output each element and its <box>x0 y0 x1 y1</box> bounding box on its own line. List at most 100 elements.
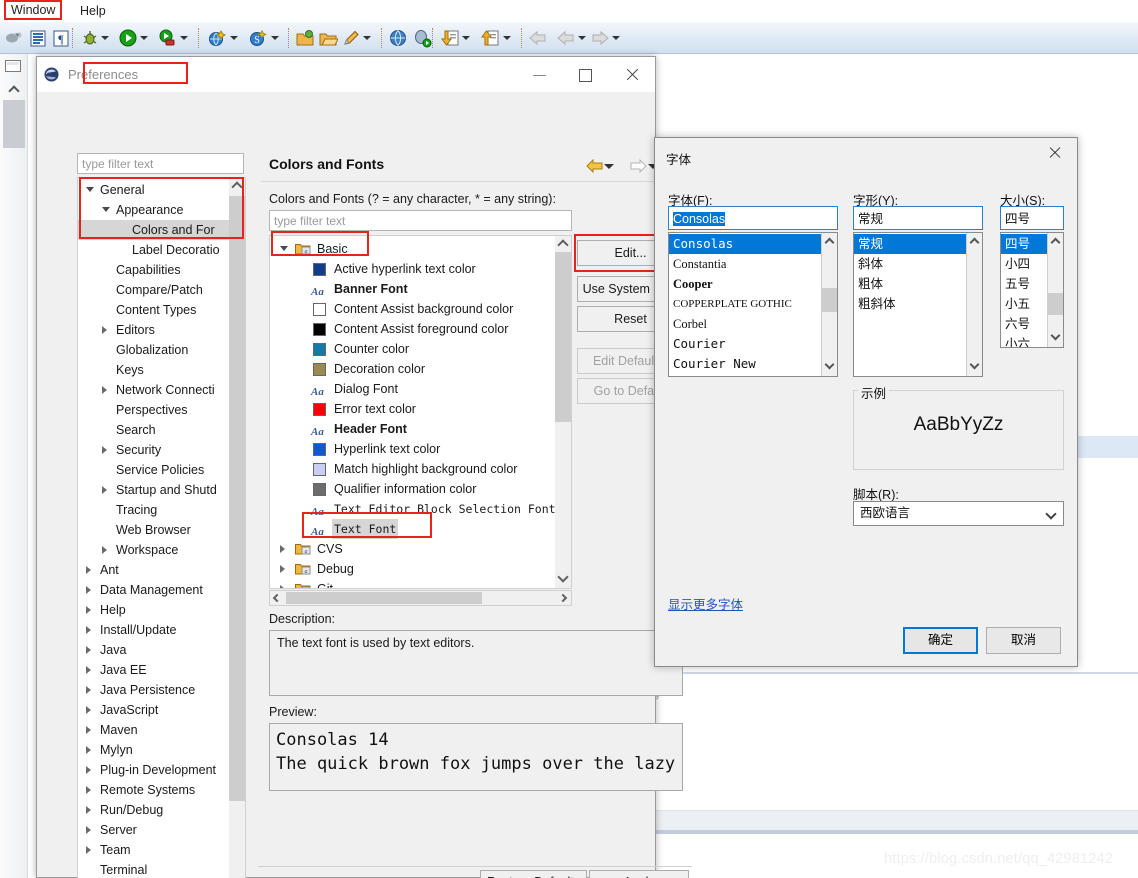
import-dropdown-arrow[interactable] <box>462 36 470 40</box>
cf-hscroll-thumb[interactable] <box>286 592 482 604</box>
menu-item-help[interactable]: Help <box>74 2 112 20</box>
preferences-tree-item[interactable]: Startup and Shutd <box>78 480 245 500</box>
chevron-right-icon[interactable] <box>86 746 91 754</box>
colors-fonts-hscrollbar[interactable] <box>269 590 572 606</box>
font-style-option[interactable]: 粗体 <box>854 274 966 294</box>
scroll-thumb[interactable] <box>1048 293 1063 315</box>
font-style-scrollbar[interactable] <box>966 233 982 376</box>
preferences-tree-item[interactable]: Plug-in Development <box>78 760 245 780</box>
font-family-input[interactable]: Consolas <box>668 206 838 230</box>
colors-fonts-item[interactable]: a Git <box>270 579 571 588</box>
export-up-arrow-icon[interactable] <box>480 28 500 48</box>
cf-scroll-down-icon[interactable] <box>557 571 569 583</box>
preferences-filter-input[interactable]: type filter text <box>77 153 244 174</box>
chevron-down-icon[interactable] <box>102 207 110 212</box>
colors-fonts-item[interactable]: Aa Header Font <box>270 419 571 439</box>
run-icon[interactable] <box>118 28 138 48</box>
colors-fonts-item[interactable]: Aa Banner Font <box>270 279 571 299</box>
chevron-right-icon[interactable] <box>86 586 91 594</box>
run-ant-icon[interactable] <box>412 28 432 48</box>
preferences-tree[interactable]: General Appearance Colors and For Label Dec… <box>77 177 246 878</box>
preferences-tree-item[interactable]: Server <box>78 820 245 840</box>
preferences-tree-item[interactable]: Editors <box>78 320 245 340</box>
preferences-tree-item[interactable]: Colors and For <box>78 220 245 240</box>
preferences-tree-item[interactable]: Globalization <box>78 340 245 360</box>
cf-scroll-thumb[interactable] <box>555 252 571 422</box>
chevron-right-icon[interactable] <box>280 565 285 573</box>
back-dropdown-arrow[interactable] <box>578 36 586 40</box>
chevron-down-icon[interactable] <box>86 187 94 192</box>
font-family-option[interactable]: COPPERPLATE GOTHIC <box>669 294 821 314</box>
preferences-tree-item[interactable]: Compare/Patch <box>78 280 245 300</box>
font-family-option[interactable]: Constantia <box>669 254 821 274</box>
preferences-tree-item[interactable]: Search <box>78 420 245 440</box>
font-dialog-ok-button[interactable]: 确定 <box>903 627 978 654</box>
restore-defaults-button[interactable]: Restore Defaults <box>480 870 587 878</box>
scroll-down-icon[interactable] <box>1050 330 1061 341</box>
back-history-arrow-icon[interactable] <box>556 28 576 48</box>
open-folder-green-icon[interactable] <box>295 28 315 48</box>
pencil-dropdown-arrow[interactable] <box>363 36 371 40</box>
preferences-tree-item[interactable]: Maven <box>78 720 245 740</box>
external-tools-dropdown-arrow[interactable] <box>180 36 188 40</box>
font-style-option[interactable]: 粗斜体 <box>854 294 966 314</box>
chevron-right-icon[interactable] <box>86 606 91 614</box>
forward-arrow-icon[interactable] <box>590 28 610 48</box>
preferences-tree-item[interactable]: Capabilities <box>78 260 245 280</box>
preferences-tree-item[interactable]: Help <box>78 600 245 620</box>
preferences-tree-scrollbar[interactable] <box>229 178 245 878</box>
scroll-down-icon[interactable] <box>824 359 835 370</box>
chevron-right-icon[interactable] <box>86 786 91 794</box>
colors-fonts-item[interactable]: Decoration color <box>270 359 571 379</box>
chevron-right-icon[interactable] <box>86 646 91 654</box>
preferences-tree-item[interactable]: Team <box>78 840 245 860</box>
back-arrow-icon[interactable] <box>528 28 548 48</box>
font-family-scrollbar[interactable] <box>821 233 837 376</box>
font-family-list[interactable]: Consolas Constantia Cooper COPPERPLATE GOTH… <box>668 232 838 377</box>
preferences-tree-item[interactable]: Perspectives <box>78 400 245 420</box>
font-size-scrollbar[interactable] <box>1047 233 1063 347</box>
run-external-tools-icon[interactable] <box>157 28 177 48</box>
pencil-edit-icon[interactable] <box>341 28 361 48</box>
preferences-tree-item[interactable]: Java Persistence <box>78 680 245 700</box>
export-dropdown-arrow[interactable] <box>503 36 511 40</box>
preferences-tree-item[interactable]: Keys <box>78 360 245 380</box>
chevron-up-icon[interactable] <box>8 85 20 97</box>
font-dialog-close-button[interactable] <box>1033 138 1077 168</box>
font-dialog-cancel-button[interactable]: 取消 <box>986 627 1061 654</box>
colors-fonts-item[interactable]: Hyperlink text color <box>270 439 571 459</box>
preferences-tree-item[interactable]: Appearance <box>78 200 245 220</box>
font-size-option[interactable]: 四号 <box>1001 234 1047 254</box>
font-style-list[interactable]: 常规 斜体 粗体 粗斜体 <box>853 232 983 377</box>
chevron-right-icon[interactable] <box>102 326 107 334</box>
new-server-icon[interactable] <box>207 28 227 48</box>
scroll-up-icon[interactable] <box>231 181 243 193</box>
globe-icon[interactable] <box>388 28 408 48</box>
font-style-input[interactable]: 常规 <box>853 206 983 230</box>
font-size-option[interactable]: 五号 <box>1001 274 1047 294</box>
preferences-tree-item[interactable]: Data Management <box>78 580 245 600</box>
font-size-option[interactable]: 小五 <box>1001 294 1047 314</box>
show-more-fonts-link[interactable]: 显示更多字体 <box>668 594 743 613</box>
chevron-right-icon[interactable] <box>102 546 107 554</box>
chevron-right-icon[interactable] <box>86 566 91 574</box>
colors-fonts-item[interactable]: Match highlight background color <box>270 459 571 479</box>
preferences-tree-item[interactable]: Content Types <box>78 300 245 320</box>
preferences-tree-item[interactable]: Network Connecti <box>78 380 245 400</box>
chevron-right-icon[interactable] <box>86 846 91 854</box>
colors-fonts-item[interactable]: Aa Dialog Font <box>270 379 571 399</box>
colors-fonts-item[interactable]: a Debug <box>270 559 571 579</box>
search-s-icon[interactable]: S <box>248 28 268 48</box>
colors-fonts-item[interactable]: Content Assist background color <box>270 299 571 319</box>
restore-view-icon[interactable] <box>5 60 21 72</box>
run-dropdown-arrow[interactable] <box>140 36 148 40</box>
close-button[interactable] <box>609 60 655 89</box>
chevron-right-icon[interactable] <box>102 386 107 394</box>
search-dropdown-arrow[interactable] <box>271 36 279 40</box>
forward-dropdown-arrow[interactable] <box>612 36 620 40</box>
font-family-option[interactable]: Corbel <box>669 314 821 334</box>
preferences-tree-item[interactable]: Ant <box>78 560 245 580</box>
chevron-right-icon[interactable] <box>280 545 285 553</box>
font-size-list[interactable]: 四号小四五号小五六号小六七号 <box>1000 232 1064 348</box>
chevron-right-icon[interactable] <box>86 686 91 694</box>
